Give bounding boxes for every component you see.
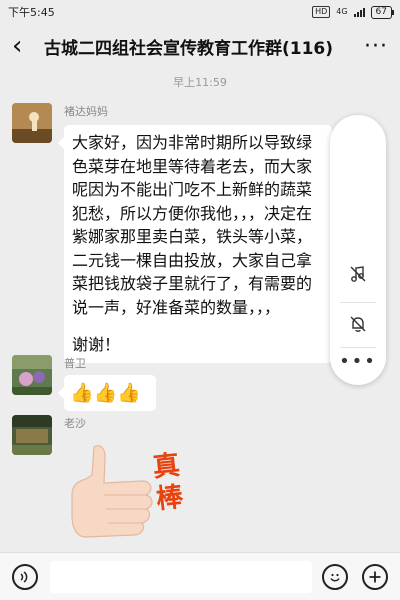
message-line: 菜把钱放袋子里就行了，有需要的 — [72, 274, 313, 293]
message-bubble[interactable]: 👍👍👍 — [58, 375, 156, 411]
floating-panel: ••• — [330, 115, 386, 385]
add-icon[interactable] — [362, 564, 388, 590]
message-line: 说一声，好准备菜的数量，，， — [72, 297, 281, 317]
voice-icon[interactable] — [12, 564, 38, 590]
avatar-image — [12, 355, 52, 395]
message-line: 呢因为不能出门吃不上新鲜的蔬菜 — [72, 180, 313, 199]
back-icon[interactable]: ‹ — [12, 24, 38, 68]
thumbs-up-hand-icon — [71, 445, 153, 538]
thumbs-up-sticker[interactable]: 真棒 — [64, 435, 214, 553]
message-line: 二元钱一棵自由投放，大家自己拿 — [72, 250, 313, 270]
avatar[interactable] — [12, 355, 52, 395]
input-toolbar — [0, 552, 400, 600]
message-line: 犯愁，所以方便你我他，，，决定在 — [72, 203, 313, 223]
more-options-icon[interactable]: ··· — [364, 34, 388, 59]
sender-name: 褚达妈妈 — [64, 105, 108, 118]
thumbs-up-emoji: 👍 — [117, 382, 142, 404]
music-note-off-icon[interactable] — [344, 260, 372, 288]
message-3: 老沙 真棒 — [12, 415, 272, 550]
avatar[interactable] — [12, 103, 52, 143]
message-line: 大家好，因为非常时期所以导致绿 — [72, 133, 313, 152]
message-1: 褚达妈妈 大家好，因为非常时期所以导致绿 色菜芽在地里等待着老去，而大家 呢因为… — [12, 103, 332, 363]
message-line: 紫娜家那里卖白菜，铁头等小菜， — [72, 227, 313, 246]
battery-level: 67 — [375, 6, 387, 17]
sender-name: 老沙 — [64, 417, 86, 430]
network-type: 4G — [336, 7, 348, 16]
message-line: 谢谢！ — [72, 335, 121, 354]
avatar-image — [12, 103, 52, 143]
sender-name: 普卫 — [64, 357, 86, 370]
status-bar: 下午5:45 HD 4G 67 — [0, 0, 400, 24]
message-line: 色菜芽在地里等待着老去，而大家 — [72, 156, 313, 176]
avatar-image — [12, 415, 52, 455]
chat-header: ‹ 古城二四组社会宣传教育工作群(116) ··· — [0, 24, 400, 68]
status-time: 下午5:45 — [8, 6, 55, 19]
chat-title: 古城二四组社会宣传教育工作群(116) — [44, 38, 334, 59]
battery-icon: 67 — [370, 5, 395, 19]
thumbs-up-emoji: 👍 — [93, 382, 118, 404]
avatar[interactable] — [12, 415, 52, 455]
message-line — [72, 319, 324, 333]
bell-off-icon[interactable] — [344, 310, 372, 338]
chat-timestamp: 早上11:59 — [173, 76, 227, 89]
message-input[interactable] — [50, 561, 312, 593]
sticker-text: 真棒 — [151, 449, 185, 516]
more-dots-icon[interactable]: ••• — [330, 351, 386, 372]
divider — [340, 347, 376, 348]
status-icons: HD 4G 67 — [312, 5, 395, 19]
hd-badge: HD — [312, 6, 331, 18]
thumbs-up-emoji: 👍 — [70, 382, 94, 404]
message-bubble[interactable]: 大家好，因为非常时期所以导致绿 色菜芽在地里等待着老去，而大家 呢因为不能出门吃… — [58, 125, 332, 363]
emoji-icon[interactable] — [322, 564, 348, 590]
signal-icon — [353, 7, 365, 17]
message-2: 普卫 👍👍👍 — [12, 355, 212, 411]
divider — [340, 302, 376, 303]
